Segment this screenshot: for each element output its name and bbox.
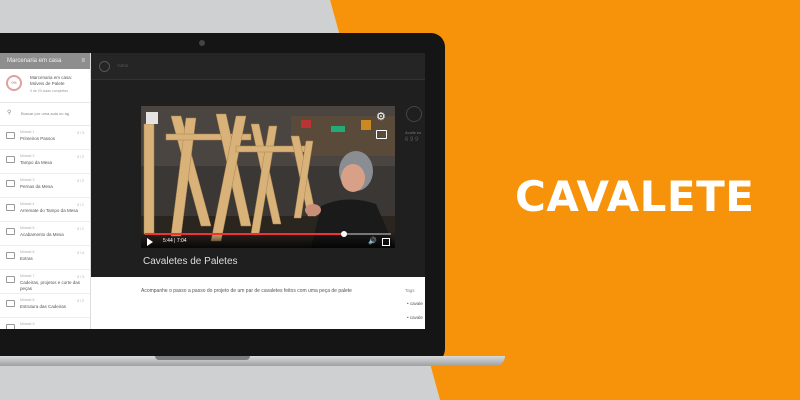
module-item[interactable]: Módulo 1 Primeiros Passos 0 / 3: [0, 126, 90, 150]
seek-bar[interactable]: [145, 231, 391, 237]
tag-item[interactable]: • cavale: [407, 315, 423, 320]
current-time: 5:44: [163, 238, 173, 244]
laptop-notch: [155, 356, 250, 360]
rating-circle[interactable]: [406, 106, 422, 122]
module-title: Extras: [20, 256, 33, 261]
description-panel: Acompanhe o passo a passo do projeto de …: [91, 277, 425, 329]
promo-headline: CAVALETE: [515, 172, 755, 221]
module-item[interactable]: Módulo 3 Pernas da Mesa 0 / 2: [0, 174, 90, 198]
search-input[interactable]: Buscar por uma aula ou ag: [21, 111, 69, 116]
module-count: 0 / 3: [77, 275, 84, 279]
module-title: Tampo da Mesa: [20, 160, 53, 165]
play-icon[interactable]: [147, 238, 153, 246]
folder-icon: [6, 300, 15, 307]
module-item[interactable]: Módulo 2 Tampo da Mesa 0 / 2: [0, 150, 90, 174]
module-item[interactable]: Módulo 9: [0, 318, 90, 329]
volume-icon[interactable]: 🔊: [368, 237, 377, 245]
top-bar: Voltar: [91, 53, 425, 80]
folder-icon: [6, 252, 15, 259]
course-title-line2: Móveis de Palete: [30, 80, 65, 86]
folder-icon: [6, 132, 15, 139]
module-label: Módulo 3: [20, 178, 35, 182]
laptop-base: [0, 356, 505, 366]
module-item[interactable]: Módulo 5 Acabamento da Mesa 0 / 1: [0, 222, 90, 246]
module-label: Módulo 7: [20, 274, 35, 278]
fullscreen-icon[interactable]: [382, 238, 390, 246]
module-count: 0 / 1: [77, 227, 84, 231]
module-label: Módulo 2: [20, 154, 35, 158]
sidebar-header: Marcenaria em casa ≡: [0, 53, 90, 69]
course-title: Marcenaria em casa: Móveis de Palete: [30, 75, 72, 86]
module-item[interactable]: Módulo 4 Arremate do Tampo da Mesa 0 / 1: [0, 198, 90, 222]
module-count: 0 / 2: [77, 155, 84, 159]
module-label: Módulo 5: [20, 226, 35, 230]
rating-label: Avalie es: [405, 130, 422, 135]
tag-item[interactable]: • cavale: [407, 301, 423, 306]
menu-icon[interactable]: ≡: [81, 53, 85, 69]
video-player[interactable]: ⚙ 5:44 | 7:04 🔊: [141, 106, 395, 248]
video-title: Cavaletes de Paletes: [143, 256, 238, 267]
module-count: 0 / 2: [77, 179, 84, 183]
webcam: [199, 40, 205, 46]
module-label: Módulo 6: [20, 250, 35, 254]
time-display: 5:44 | 7:04: [163, 238, 187, 244]
duration: 7:04: [176, 238, 187, 244]
module-title: Arremate do Tampo da Mesa: [20, 208, 78, 213]
module-label: Módulo 8: [20, 298, 35, 302]
folder-icon: [6, 180, 15, 187]
lesson-description: Acompanhe o passo a passo do projeto de …: [141, 288, 352, 294]
module-title: Estrutura das Cadeiras: [20, 304, 67, 309]
back-label[interactable]: Voltar: [117, 63, 129, 68]
seek-progress: [145, 233, 345, 235]
folder-icon: [6, 324, 15, 329]
channel-logo: [146, 112, 158, 124]
module-count: 0 / 3: [77, 131, 84, 135]
lesson-search[interactable]: ⚲ Buscar por uma aula ou ag: [0, 103, 90, 126]
folder-icon: [6, 156, 15, 163]
module-title: Pernas da Mesa: [20, 184, 53, 189]
module-item[interactable]: Módulo 8 Estrutura das Cadeiras 0 / 2: [0, 294, 90, 318]
course-progress-ring: 0%: [6, 75, 22, 91]
back-icon[interactable]: [99, 61, 110, 72]
folder-icon: [6, 276, 15, 283]
module-item[interactable]: Módulo 7 Cadeiras, projetos e corte das p…: [0, 270, 90, 294]
course-summary[interactable]: 0% Marcenaria em casa: Móveis de Palete …: [0, 69, 90, 103]
module-title: Acabamento da Mesa: [20, 232, 64, 237]
module-count: 0 / 2: [77, 299, 84, 303]
video-controls: 5:44 | 7:04 🔊: [141, 231, 395, 248]
module-count: 0 / 1: [77, 203, 84, 207]
module-title: Primeiros Passos: [20, 136, 56, 141]
module-label: Módulo 1: [20, 130, 35, 134]
seek-handle[interactable]: [341, 231, 348, 237]
module-list: Módulo 1 Primeiros Passos 0 / 3 Módulo 2 Tam…: [0, 126, 90, 329]
share-icon[interactable]: [376, 130, 387, 139]
course-title-line1: Marcenaria em casa:: [30, 75, 73, 80]
folder-icon: [6, 228, 15, 235]
tags-label: Tags: [405, 288, 415, 293]
search-icon: ⚲: [7, 110, 12, 116]
rating-stars[interactable]: 6 9 9: [405, 137, 418, 143]
course-progress-text: 0 de 20 aulas completas: [30, 89, 68, 93]
module-count: 0 / 4: [77, 251, 84, 255]
folder-icon: [6, 204, 15, 211]
course-sidebar: Marcenaria em casa ≡ 0% Marcenaria em ca…: [0, 53, 91, 329]
module-label: Módulo 4: [20, 202, 35, 206]
video-frame: [141, 106, 395, 248]
module-label: Módulo 9: [20, 322, 35, 326]
laptop-screen: Marcenaria em casa ≡ 0% Marcenaria em ca…: [0, 53, 425, 329]
module-title: Cadeiras, projetos e corte das peças: [20, 280, 81, 291]
settings-gear-icon[interactable]: ⚙: [376, 112, 387, 123]
module-item[interactable]: Módulo 6 Extras 0 / 4: [0, 246, 90, 270]
sidebar-title: Marcenaria em casa: [7, 58, 62, 64]
